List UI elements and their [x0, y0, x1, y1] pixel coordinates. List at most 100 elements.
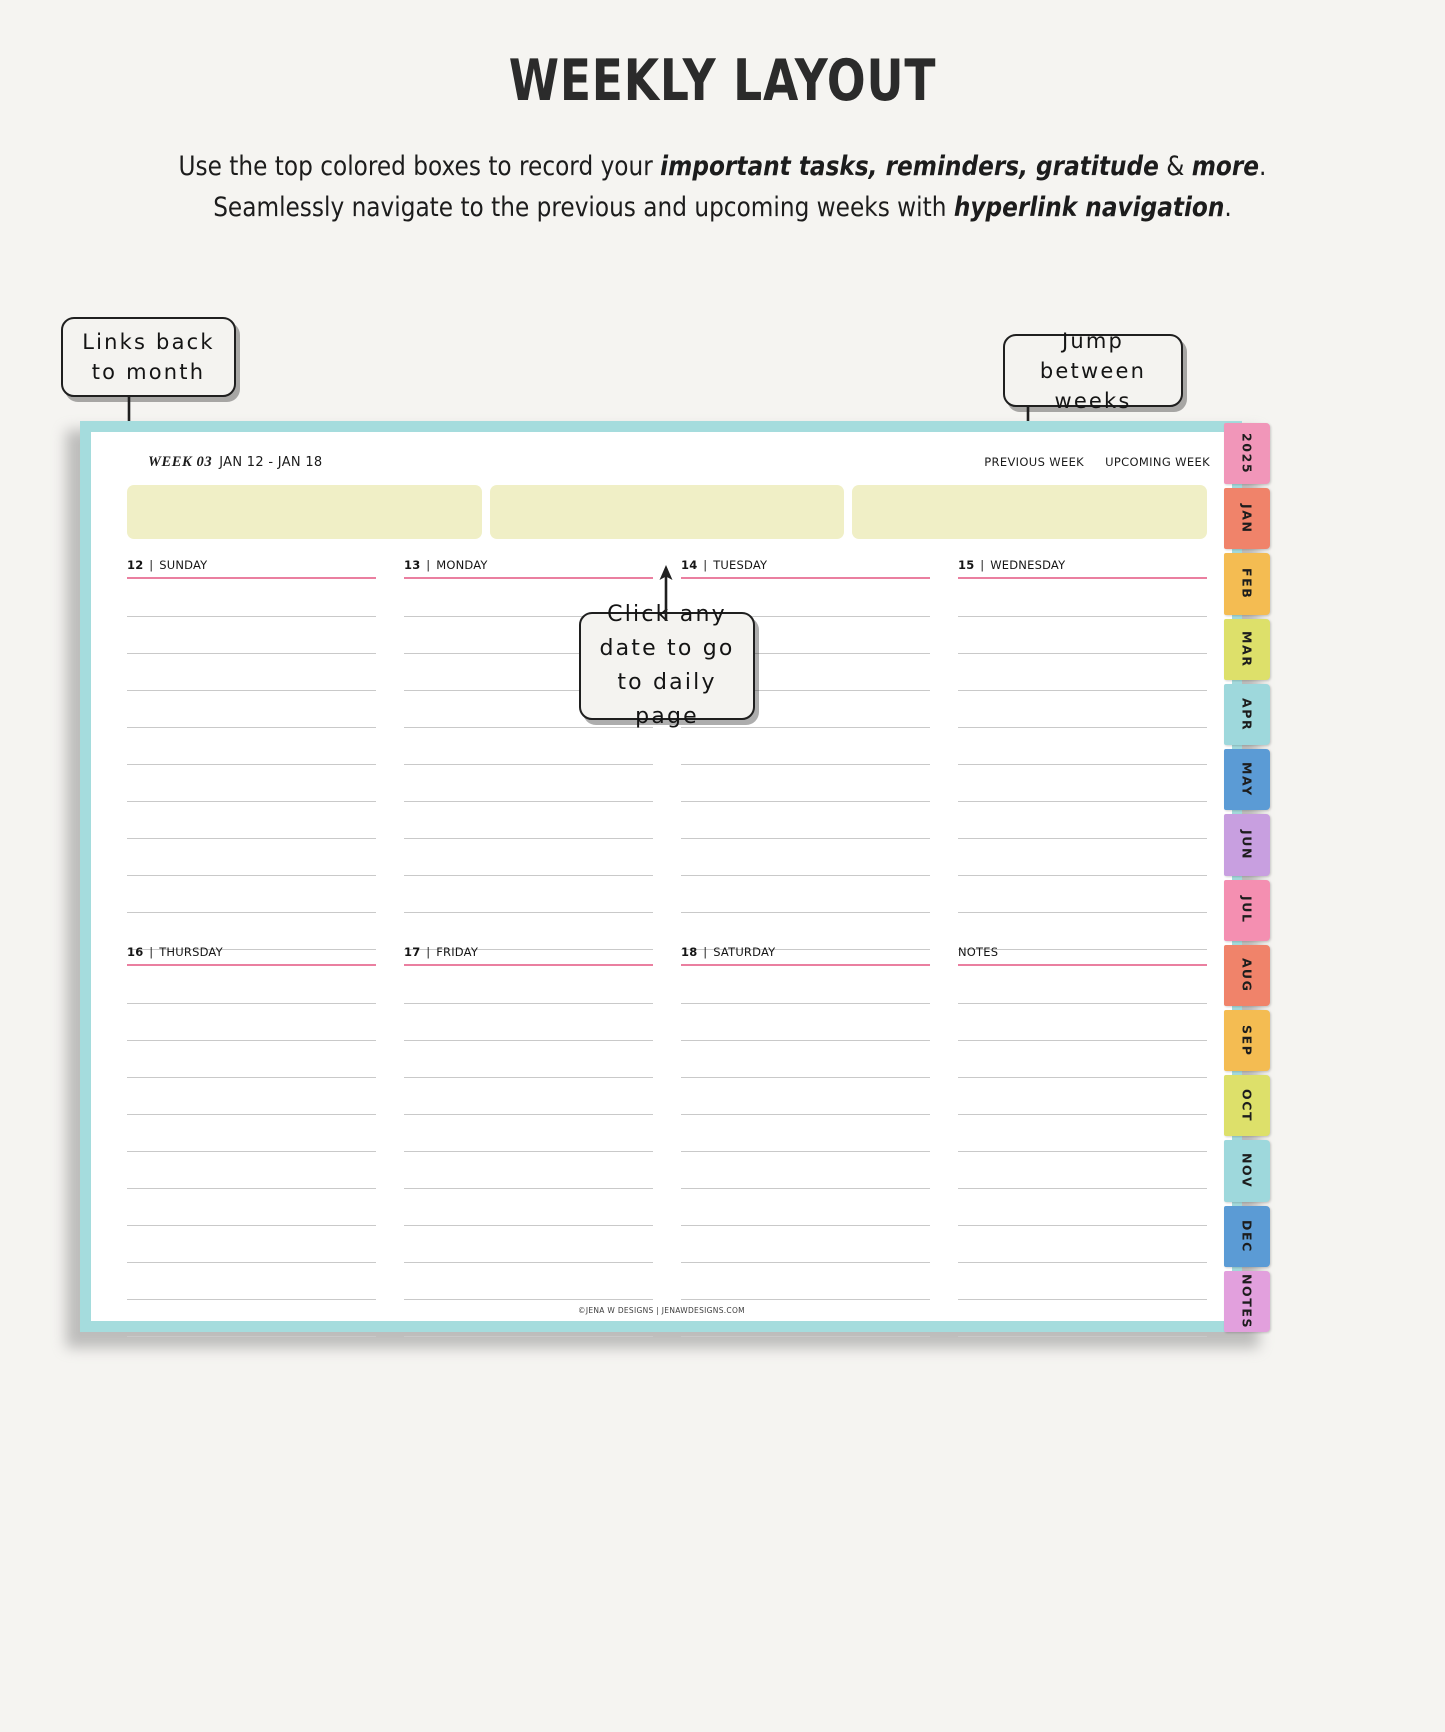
writing-line[interactable] [404, 1189, 653, 1226]
day-header-monday[interactable]: 13 | MONDAY [404, 558, 653, 577]
writing-line[interactable] [681, 966, 930, 1004]
writing-line[interactable] [127, 1004, 376, 1041]
callout-links-back-to-month: Links back to month [61, 317, 236, 397]
writing-line[interactable] [958, 1263, 1207, 1300]
day-header-wednesday[interactable]: 15 | WEDNESDAY [958, 558, 1207, 577]
writing-line[interactable] [127, 1041, 376, 1078]
writing-line[interactable] [681, 802, 930, 839]
writing-line[interactable] [958, 1078, 1207, 1115]
page-root: WEEKLY LAYOUT Use the top colored boxes … [0, 0, 1445, 1732]
writing-line[interactable] [404, 1078, 653, 1115]
writing-line[interactable] [681, 1078, 930, 1115]
tab-feb[interactable]: FEB [1224, 553, 1270, 615]
upcoming-week-link[interactable]: UPCOMING WEEK [1105, 455, 1210, 469]
day-separator: | [422, 558, 435, 572]
day-header-saturday[interactable]: 18 | SATURDAY [681, 945, 930, 964]
writing-line[interactable] [127, 765, 376, 802]
writing-line[interactable] [958, 876, 1207, 913]
tab-oct[interactable]: OCT [1224, 1075, 1270, 1137]
writing-line[interactable] [404, 876, 653, 913]
writing-line[interactable] [681, 1115, 930, 1152]
writing-line[interactable] [958, 728, 1207, 765]
top-colored-box-3[interactable] [852, 485, 1208, 539]
writing-line[interactable] [127, 802, 376, 839]
writing-line[interactable] [127, 966, 376, 1004]
writing-line[interactable] [127, 654, 376, 691]
day-header-tuesday[interactable]: 14 | TUESDAY [681, 558, 930, 577]
writing-line[interactable] [958, 617, 1207, 654]
day-number: 12 [127, 558, 144, 572]
day-separator: | [976, 558, 989, 572]
day-separator: | [699, 945, 712, 959]
writing-line[interactable] [958, 802, 1207, 839]
writing-line[interactable] [681, 1226, 930, 1263]
day-separator: | [422, 945, 435, 959]
tab-dec[interactable]: DEC [1224, 1205, 1270, 1267]
tab-apr[interactable]: APR [1224, 683, 1270, 746]
writing-line[interactable] [127, 876, 376, 913]
writing-line[interactable] [681, 1004, 930, 1041]
top-colored-box-2[interactable] [489, 485, 845, 539]
day-header-sunday[interactable]: 12 | SUNDAY [127, 558, 376, 577]
tab-aug[interactable]: AUG [1224, 944, 1270, 1006]
tab-jul[interactable]: JUL [1224, 879, 1270, 941]
writing-line[interactable] [681, 839, 930, 876]
writing-line[interactable] [681, 1152, 930, 1189]
writing-line[interactable] [958, 579, 1207, 617]
writing-line[interactable] [127, 1263, 376, 1300]
writing-line[interactable] [958, 691, 1207, 728]
writing-line[interactable] [958, 1004, 1207, 1041]
top-colored-box-1[interactable] [127, 485, 482, 539]
tab-may[interactable]: MAY [1224, 749, 1270, 811]
writing-line[interactable] [404, 765, 653, 802]
tab-sep[interactable]: SEP [1224, 1009, 1270, 1072]
writing-line[interactable] [681, 876, 930, 913]
writing-line[interactable] [958, 765, 1207, 802]
writing-line[interactable] [404, 1041, 653, 1078]
day-header-notes[interactable]: NOTES [958, 945, 1207, 964]
writing-line[interactable] [404, 1226, 653, 1263]
writing-line[interactable] [127, 728, 376, 765]
writing-line[interactable] [127, 579, 376, 617]
writing-line[interactable] [404, 966, 653, 1004]
writing-line[interactable] [681, 1189, 930, 1226]
writing-line[interactable] [404, 1115, 653, 1152]
writing-line[interactable] [958, 1041, 1207, 1078]
writing-line[interactable] [958, 1115, 1207, 1152]
tab-jun[interactable]: JUN [1224, 814, 1270, 876]
writing-line[interactable] [958, 1152, 1207, 1189]
day-name: SUNDAY [159, 558, 208, 572]
day-header-friday[interactable]: 17 | FRIDAY [404, 945, 653, 964]
writing-line[interactable] [127, 1226, 376, 1263]
writing-line[interactable] [404, 1152, 653, 1189]
writing-line[interactable] [404, 802, 653, 839]
tab-notes[interactable]: NOTES [1224, 1270, 1270, 1333]
tab-nov[interactable]: NOV [1224, 1140, 1270, 1202]
writing-line[interactable] [127, 1078, 376, 1115]
writing-line[interactable] [127, 691, 376, 728]
writing-line[interactable] [404, 839, 653, 876]
writing-line[interactable] [404, 1263, 653, 1300]
day-header-thursday[interactable]: 16 | THURSDAY [127, 945, 376, 964]
writing-line[interactable] [127, 1189, 376, 1226]
day-grid-row-2: 16 | THURSDAY 17 | FRIDAY 18 | SATURDAY NOT… [127, 945, 1207, 1337]
writing-line[interactable] [958, 1189, 1207, 1226]
writing-line[interactable] [404, 1004, 653, 1041]
tab-mar[interactable]: MAR [1224, 618, 1270, 680]
week-label[interactable]: WEEK 03 JAN 12 - JAN 18 [148, 453, 323, 471]
callout-click-any-date: Click any date to go to daily page [579, 602, 755, 729]
writing-line[interactable] [958, 966, 1207, 1004]
tab-jan[interactable]: JAN [1224, 488, 1270, 550]
writing-line[interactable] [958, 839, 1207, 876]
writing-line[interactable] [127, 617, 376, 654]
writing-line[interactable] [127, 1152, 376, 1189]
writing-line[interactable] [681, 1041, 930, 1078]
writing-line[interactable] [681, 1263, 930, 1300]
writing-line[interactable] [681, 765, 930, 802]
writing-line[interactable] [127, 839, 376, 876]
tab-2025[interactable]: 2025 [1224, 423, 1270, 485]
previous-week-link[interactable]: PREVIOUS WEEK [984, 455, 1084, 469]
writing-line[interactable] [127, 1115, 376, 1152]
writing-line[interactable] [958, 654, 1207, 691]
writing-line[interactable] [958, 1226, 1207, 1263]
